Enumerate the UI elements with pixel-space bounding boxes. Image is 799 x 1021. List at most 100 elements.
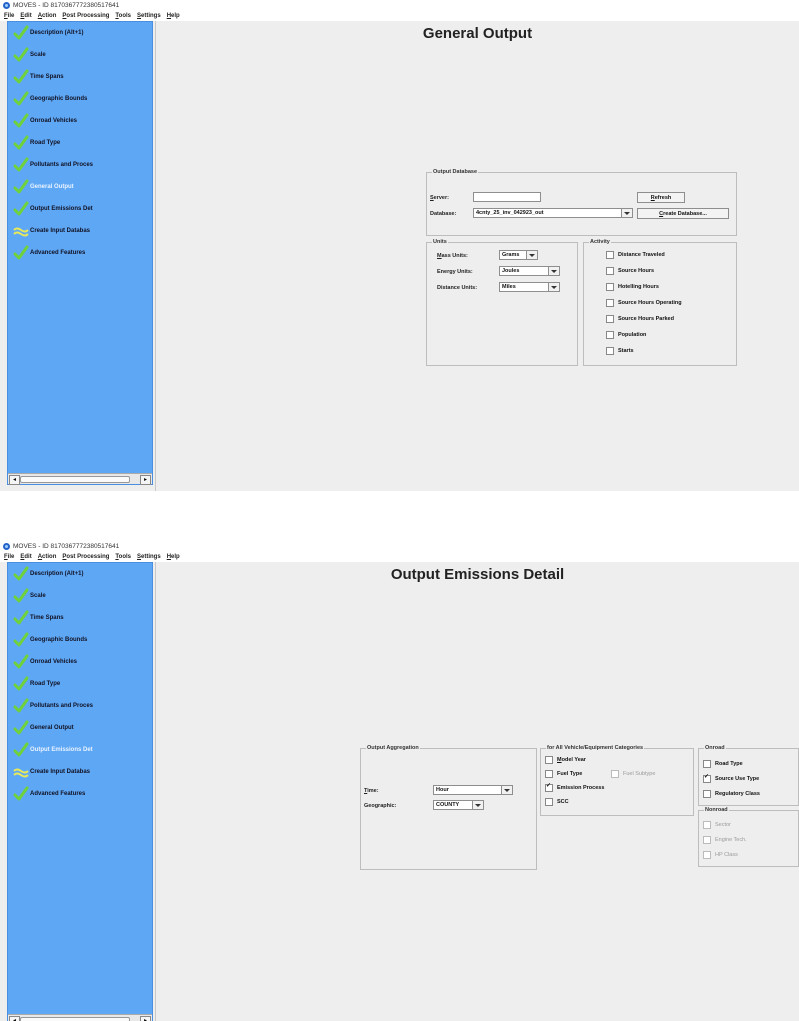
checkbox-icon <box>703 835 711 844</box>
sidebar-item-2[interactable]: Time Spans <box>8 607 152 629</box>
sidebar-scrollbar[interactable]: ◂ ▸ <box>8 1014 152 1021</box>
energy-units-combo[interactable]: Joules <box>499 266 560 276</box>
emission-process-checkbox[interactable]: Emission Process <box>545 782 604 792</box>
sidebar-item-2[interactable]: Time Spans <box>8 66 152 88</box>
regulatory-class-checkbox[interactable]: Regulatory Class <box>703 789 760 798</box>
sidebar-item-8[interactable]: Output Emissions Det <box>8 198 152 220</box>
all-categories-legend: for All Vehicle/Equipment Categories <box>546 745 645 751</box>
checkmark-icon <box>13 720 29 736</box>
mass-units-combo[interactable]: Grams <box>499 250 538 260</box>
activity-label: Source Hours Operating <box>618 299 682 306</box>
road-type-checkbox[interactable]: Road Type <box>703 759 743 768</box>
checkbox-icon[interactable] <box>606 298 614 307</box>
chevron-down-icon[interactable] <box>548 283 559 291</box>
server-input[interactable] <box>473 192 541 202</box>
checkbox-icon[interactable] <box>606 282 614 291</box>
menu-help[interactable]: Help <box>167 11 180 21</box>
checkmark-icon <box>13 654 29 670</box>
scroll-thumb[interactable] <box>20 1017 130 1021</box>
refresh-button[interactable]: Refresh <box>637 192 685 203</box>
checkbox-icon[interactable] <box>606 266 614 275</box>
time-combo[interactable]: Hour <box>433 785 513 795</box>
activity-checkbox[interactable]: Distance Traveled <box>606 250 665 259</box>
database-combo[interactable]: 4cnty_25_inv_042923_out <box>473 208 633 218</box>
menu-edit[interactable]: Edit <box>20 552 31 562</box>
checkbox-icon[interactable] <box>606 330 614 339</box>
chevron-down-icon[interactable] <box>548 267 559 275</box>
sidebar-item-6[interactable]: Pollutants and Proces <box>8 154 152 176</box>
sidebar-item-7[interactable]: General Output <box>8 176 152 198</box>
create-database-button[interactable]: Create Database... <box>637 208 729 219</box>
menu-help[interactable]: Help <box>167 552 180 562</box>
menu-action[interactable]: Action <box>38 11 57 21</box>
sidebar-item-5[interactable]: Road Type <box>8 673 152 695</box>
menu-edit[interactable]: Edit <box>20 11 31 21</box>
sidebar-item-1[interactable]: Scale <box>8 44 152 66</box>
geographic-combo[interactable]: COUNTY <box>433 800 484 810</box>
sidebar-item-9[interactable]: Create Input Databas <box>8 761 152 783</box>
chevron-down-icon[interactable] <box>472 801 483 809</box>
activity-checkbox[interactable]: Hotelling Hours <box>606 282 659 291</box>
sidebar-item-label: Create Input Databas <box>30 769 91 775</box>
checkbox-icon[interactable] <box>703 789 711 798</box>
activity-checkbox[interactable]: Population <box>606 330 646 339</box>
sidebar-item-6[interactable]: Pollutants and Proces <box>8 695 152 717</box>
chevron-down-icon[interactable] <box>526 251 537 259</box>
activity-label: Starts <box>618 347 634 354</box>
checkbox-checked-icon[interactable] <box>545 782 553 792</box>
sidebar-item-9[interactable]: Create Input Databas <box>8 220 152 242</box>
sidebar-item-3[interactable]: Geographic Bounds <box>8 88 152 110</box>
sidebar-item-label: Road Type <box>30 681 61 687</box>
chevron-down-icon[interactable] <box>621 209 632 217</box>
checkbox-icon[interactable] <box>545 755 553 764</box>
activity-checkbox[interactable]: Source Hours Operating <box>606 298 682 307</box>
menu-post-processing[interactable]: Post Processing <box>62 11 109 21</box>
sidebar-item-0[interactable]: Description (Alt+1) <box>8 22 152 44</box>
source-use-type-checkbox[interactable]: Source Use Type <box>703 773 759 783</box>
checkbox-icon[interactable] <box>606 346 614 355</box>
scroll-left-arrow-icon[interactable]: ◂ <box>9 1016 20 1021</box>
checkbox-icon[interactable] <box>545 797 553 806</box>
distance-units-combo[interactable]: Miles <box>499 282 560 292</box>
chevron-down-icon[interactable] <box>501 786 512 794</box>
sidebar-item-3[interactable]: Geographic Bounds <box>8 629 152 651</box>
activity-checkbox[interactable]: Source Hours Parked <box>606 314 674 323</box>
menu-settings[interactable]: Settings <box>137 11 161 21</box>
activity-group: Activity Distance Traveled Source Hours Ho… <box>583 239 737 366</box>
menu-action[interactable]: Action <box>38 552 57 562</box>
activity-checkbox[interactable]: Starts <box>606 346 634 355</box>
checkbox-icon[interactable] <box>703 759 711 768</box>
sidebar-item-10[interactable]: Advanced Features <box>8 242 152 264</box>
checkmark-icon <box>13 588 29 604</box>
checkbox-icon[interactable] <box>545 769 553 778</box>
scroll-left-arrow-icon[interactable]: ◂ <box>9 475 20 485</box>
sidebar-item-7[interactable]: General Output <box>8 717 152 739</box>
activity-checkbox[interactable]: Source Hours <box>606 266 654 275</box>
checkbox-checked-icon[interactable] <box>703 773 711 783</box>
checkbox-icon[interactable] <box>606 314 614 323</box>
scc-checkbox[interactable]: SCC <box>545 797 569 806</box>
sidebar-item-0[interactable]: Description (Alt+1) <box>8 563 152 585</box>
checkbox-icon[interactable] <box>606 250 614 259</box>
sidebar-item-5[interactable]: Road Type <box>8 132 152 154</box>
sidebar-item-4[interactable]: Onroad Vehicles <box>8 110 152 132</box>
fuel-type-checkbox[interactable]: Fuel Type <box>545 769 582 778</box>
sidebar-scrollbar[interactable]: ◂ ▸ <box>8 473 152 485</box>
checkmark-icon <box>13 135 29 151</box>
scroll-right-arrow-icon[interactable]: ▸ <box>140 475 151 485</box>
menu-tools[interactable]: Tools <box>115 552 131 562</box>
sidebar-item-4[interactable]: Onroad Vehicles <box>8 651 152 673</box>
checkmark-icon <box>13 245 29 261</box>
scroll-right-arrow-icon[interactable]: ▸ <box>140 1016 151 1021</box>
distance-units-label: Distance Units: <box>437 285 478 291</box>
scroll-thumb[interactable] <box>20 476 130 483</box>
sidebar-item-1[interactable]: Scale <box>8 585 152 607</box>
menu-file[interactable]: File <box>4 11 14 21</box>
menu-post-processing[interactable]: Post Processing <box>62 552 109 562</box>
menu-settings[interactable]: Settings <box>137 552 161 562</box>
model-year-checkbox[interactable]: Model Year <box>545 755 586 764</box>
menu-file[interactable]: File <box>4 552 14 562</box>
sidebar-item-8[interactable]: Output Emissions Det <box>8 739 152 761</box>
menu-tools[interactable]: Tools <box>115 11 131 21</box>
sidebar-item-10[interactable]: Advanced Features <box>8 783 152 805</box>
